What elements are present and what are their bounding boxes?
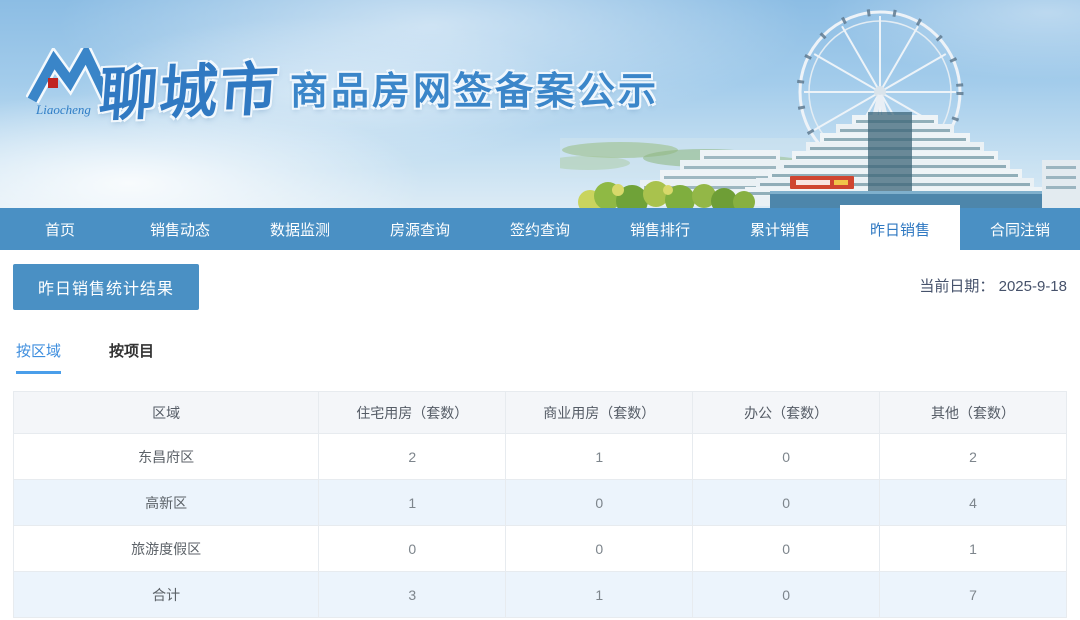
- cell-other: 7: [879, 571, 1067, 618]
- tab-by-project[interactable]: 按项目: [109, 340, 154, 374]
- current-date: 当前日期： 2025-9-18: [919, 275, 1067, 296]
- cell-residential: 1: [318, 479, 507, 526]
- header-residential: 住宅用房（套数）: [318, 391, 507, 434]
- building-red-sign-icon: [790, 176, 854, 189]
- cell-office: 0: [692, 525, 881, 572]
- page-title: 昨日销售统计结果: [13, 264, 200, 310]
- header-office: 办公（套数）: [692, 391, 881, 434]
- main-content: 昨日销售统计结果 当前日期： 2025-9-18 按区域 按项目 区域 住宅用房…: [0, 250, 1080, 618]
- nav-item-home[interactable]: 首页: [0, 208, 120, 250]
- table-row-total: 合计 3 1 0 7: [12, 571, 1067, 618]
- nav-item-sales-ranking[interactable]: 销售排行: [600, 208, 720, 250]
- site-subtitle: 商品房网签备案公示: [290, 70, 660, 113]
- tab-by-region[interactable]: 按区域: [16, 340, 62, 374]
- cell-region: 东昌府区: [12, 433, 320, 480]
- table-row: 旅游度假区 0 0 0 1: [12, 525, 1067, 572]
- cell-office: 0: [692, 433, 881, 480]
- logo-red-square-icon: [48, 78, 58, 88]
- cell-commercial: 1: [505, 433, 694, 480]
- cell-residential: 0: [318, 525, 507, 572]
- nav-item-cumulative-sales[interactable]: 累计销售: [720, 208, 840, 250]
- cell-region: 合计: [12, 571, 320, 618]
- cell-commercial: 0: [505, 525, 694, 572]
- cell-residential: 2: [318, 433, 507, 480]
- table-row: 高新区 1 0 0 4: [12, 479, 1067, 526]
- cell-office: 0: [692, 571, 881, 618]
- logo-script-text: Liaocheng: [35, 102, 91, 117]
- header-region: 区域: [12, 391, 320, 434]
- cell-other: 1: [879, 525, 1067, 572]
- site-name: 聊城市: [97, 56, 283, 129]
- table-row: 东昌府区 2 1 0 2: [12, 433, 1067, 480]
- cell-office: 0: [692, 479, 881, 526]
- nav-item-listing-search[interactable]: 房源查询: [360, 208, 480, 250]
- table-header-row: 区域 住宅用房（套数） 商业用房（套数） 办公（套数） 其他（套数）: [12, 391, 1067, 434]
- nav-item-contract-search[interactable]: 签约查询: [480, 208, 600, 250]
- view-tabs: 按区域 按项目: [13, 340, 1067, 374]
- cell-commercial: 1: [505, 571, 694, 618]
- header-commercial: 商业用房（套数）: [505, 391, 694, 434]
- cell-region: 旅游度假区: [12, 525, 320, 572]
- sales-statistics-table: 区域 住宅用房（套数） 商业用房（套数） 办公（套数） 其他（套数） 东昌府区 …: [12, 391, 1067, 618]
- nav-item-sales-dynamics[interactable]: 销售动态: [120, 208, 240, 250]
- nav-item-yesterday-sales[interactable]: 昨日销售: [840, 205, 960, 253]
- cell-region: 高新区: [12, 479, 320, 526]
- site-banner: Liaocheng 聊城市 商品房网签备案公示: [0, 0, 1080, 208]
- current-date-label: 当前日期：: [919, 278, 995, 295]
- header-other: 其他（套数）: [879, 391, 1067, 434]
- nav-item-data-monitor[interactable]: 数据监测: [240, 208, 360, 250]
- current-date-value: 2025-9-18: [998, 278, 1067, 295]
- cell-other: 4: [879, 479, 1067, 526]
- cell-other: 2: [879, 433, 1067, 480]
- nav-item-contract-cancel[interactable]: 合同注销: [960, 208, 1080, 250]
- cell-commercial: 0: [505, 479, 694, 526]
- cell-residential: 3: [318, 571, 507, 618]
- building-main-icon: [735, 112, 1080, 208]
- main-navbar: 首页 销售动态 数据监测 房源查询 签约查询 销售排行 累计销售 昨日销售 合同…: [0, 205, 1080, 253]
